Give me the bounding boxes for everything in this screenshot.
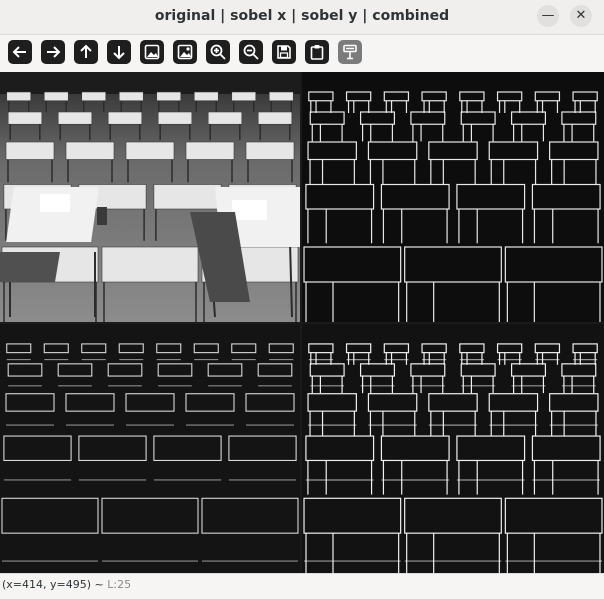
- image-canvas[interactable]: [0, 72, 604, 573]
- original-image-panel[interactable]: [0, 72, 300, 322]
- zoom-out-icon: [243, 44, 259, 60]
- pan-up-button[interactable]: [74, 40, 98, 64]
- arrow-right-icon: [47, 46, 61, 58]
- arrow-down-icon: [113, 46, 125, 60]
- minimize-button[interactable]: —: [537, 5, 559, 27]
- original-classroom-image: [0, 72, 300, 322]
- zoom-fit-button[interactable]: [140, 40, 164, 64]
- pixel-level: L:25: [107, 578, 132, 591]
- properties-icon: [343, 44, 357, 60]
- status-bar: (x=414, y=495) ~ L:25: [0, 573, 604, 599]
- toolbar: [0, 35, 604, 71]
- combined-image: [302, 324, 604, 573]
- save-button[interactable]: [272, 40, 296, 64]
- clipboard-icon: [310, 45, 324, 60]
- zoom-out-button[interactable]: [239, 40, 263, 64]
- zoom-in-button[interactable]: [206, 40, 230, 64]
- sobel-x-image-panel[interactable]: [302, 72, 604, 322]
- copy-clipboard-button[interactable]: [305, 40, 329, 64]
- image-viewer-window: original | sobel x | sobel y | combined …: [0, 0, 604, 599]
- sobel-x-image: [302, 72, 604, 322]
- zoom-in-icon: [210, 44, 226, 60]
- arrow-up-icon: [80, 44, 92, 58]
- combined-image-panel[interactable]: [302, 324, 604, 573]
- close-button[interactable]: ✕: [570, 5, 592, 27]
- sobel-y-image: [0, 324, 300, 573]
- pan-left-button[interactable]: [8, 40, 32, 64]
- window-title: original | sobel x | sobel y | combined: [154, 8, 450, 24]
- image-icon: [144, 44, 160, 60]
- cursor-coordinates: (x=414, y=495) ~: [2, 578, 104, 591]
- sobel-y-image-panel[interactable]: [0, 324, 300, 573]
- properties-button[interactable]: [338, 40, 362, 64]
- pan-down-button[interactable]: [107, 40, 131, 64]
- pan-right-button[interactable]: [41, 40, 65, 64]
- arrow-left-icon: [12, 46, 26, 58]
- save-icon: [277, 45, 291, 59]
- title-bar[interactable]: original | sobel x | sobel y | combined …: [0, 0, 604, 35]
- image-settings-icon: [177, 44, 193, 60]
- zoom-original-button[interactable]: [173, 40, 197, 64]
